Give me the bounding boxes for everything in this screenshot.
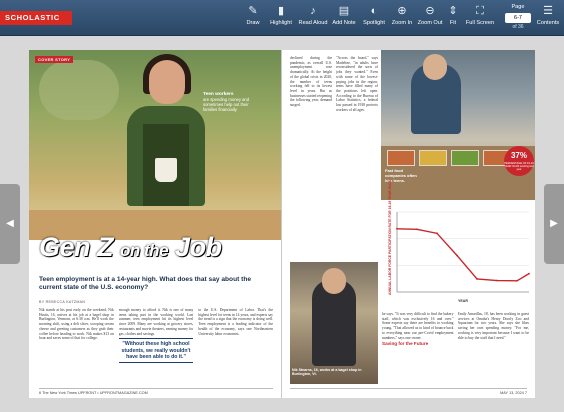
- highlight-button[interactable]: ▮ Highlight: [266, 3, 296, 33]
- stat-text: PERCENTAGE OF 16-19 YEAR OLDS working la…: [504, 162, 534, 172]
- right-bottom-columns: he says. "It was very difficult to find …: [382, 312, 529, 384]
- read-aloud-button[interactable]: ♪ Read Aloud: [297, 3, 329, 33]
- hero-caption-body: are spending money and sometimes help ou…: [203, 97, 250, 112]
- pull-quote: "Without these high school students, we …: [118, 338, 194, 364]
- chart-point: [416, 228, 418, 231]
- chart-point: [516, 279, 518, 282]
- stat-burst: 37% PERCENTAGE OF 16-19 YEAR OLDS workin…: [504, 146, 534, 176]
- page-input[interactable]: 6-7: [505, 13, 531, 23]
- right-column-1: declined during the pandemic, as overall…: [290, 56, 332, 108]
- right-top-columns: declined during the pandemic, as overall…: [290, 56, 378, 256]
- full-screen-button[interactable]: ⛶ Full Screen: [463, 3, 497, 33]
- chart-series-line: [396, 228, 530, 282]
- fit-label: Fit: [449, 20, 457, 26]
- highlight-icon: ▮: [277, 5, 285, 17]
- fit-button[interactable]: ⇕ Fit: [446, 3, 460, 33]
- chart-x-label: YEAR: [458, 299, 468, 303]
- page-selector: Page 6-7 of 36: [503, 3, 533, 33]
- article-column-3: to the U.S. Department of Labor. That's …: [198, 308, 274, 336]
- logo-text: SCHOLASTIC: [5, 13, 60, 22]
- right-column-3: he says. "It was very difficult to find …: [382, 312, 454, 384]
- draw-icon: ✎: [248, 5, 258, 17]
- zoom-in-label: Zoom In: [391, 20, 413, 26]
- scholastic-logo[interactable]: SCHOLASTIC: [0, 11, 72, 25]
- headline-part-a: Gen Z: [39, 232, 114, 262]
- headline-part-b: on the: [120, 241, 169, 260]
- headline-part-c: Job: [175, 232, 222, 262]
- hero-photo: COVER STORY Teen workers are spending mo…: [29, 50, 282, 240]
- read-aloud-icon: ♪: [310, 5, 316, 17]
- bagel-shop-photo: [290, 262, 378, 384]
- chart-point: [496, 279, 498, 282]
- toolbar: SCHOLASTIC ✎ Draw ▮ Highlight ♪ Read Alo…: [0, 0, 564, 36]
- fit-icon: ⇕: [448, 5, 458, 17]
- previous-page-button[interactable]: ◀: [0, 184, 20, 264]
- draw-button[interactable]: ✎ Draw: [240, 3, 266, 33]
- add-note-label: Add Note: [332, 20, 356, 26]
- chart-point: [396, 227, 398, 230]
- article-column-2: enough money to afford it. Nik is one of…: [118, 308, 194, 382]
- coffee-cup-image: [155, 158, 177, 182]
- hero-photo-caption: Teen workers are spending money and some…: [203, 92, 263, 112]
- arrow-left-icon: ◀: [6, 218, 14, 229]
- highlight-label: Highlight: [270, 20, 292, 26]
- labor-participation-chart: ANNUAL LABOR FORCE PARTICIPATION RATE FO…: [381, 180, 535, 308]
- spotlight-label: Spotlight: [363, 20, 385, 26]
- right-page: declined during the pandemic, as overall…: [282, 50, 535, 398]
- page-total: of 36: [512, 24, 524, 30]
- page-label: Page: [511, 4, 525, 10]
- article-columns: Nik stands at his post early on the week…: [39, 308, 273, 382]
- full-screen-label: Full Screen: [465, 20, 495, 26]
- arrow-right-icon: ▶: [550, 218, 558, 229]
- cover-story-tag: COVER STORY: [35, 56, 74, 63]
- chart-point: [528, 272, 530, 275]
- contents-icon: ☰: [543, 5, 553, 17]
- byline: BY REBECCA KATZMAN: [39, 300, 86, 304]
- spotlight-icon: ◐: [370, 5, 378, 17]
- chart-point: [476, 278, 478, 280]
- contents-button[interactable]: ☰ Contents: [534, 3, 562, 33]
- subhead-saving: Saving for the Future: [382, 341, 429, 347]
- read-aloud-label: Read Aloud: [298, 20, 328, 26]
- chart-point: [456, 254, 458, 257]
- article-column-2-text: enough money to afford it. Nik is one of…: [118, 308, 194, 336]
- chart-svg: YEAR: [396, 211, 530, 303]
- contents-label: Contents: [536, 20, 560, 26]
- stat-percent: 37%: [510, 151, 527, 160]
- zoom-out-label: Zoom Out: [417, 20, 443, 26]
- right-column-3-text: he says. "It was very difficult to find …: [382, 312, 454, 340]
- left-page: COVER STORY Teen workers are spending mo…: [29, 50, 282, 398]
- article-column-1: Nik stands at his post early on the week…: [39, 308, 114, 341]
- right-column-4: Emily Amarillas, 18, has been working in…: [457, 312, 530, 340]
- add-note-button[interactable]: ▤ Add Note: [329, 3, 359, 33]
- zoom-out-icon: ⊖: [425, 5, 435, 17]
- next-page-button[interactable]: ▶: [544, 184, 564, 264]
- article-deck: Teen employment is at a 14-year high. Wh…: [39, 276, 252, 291]
- chart-point: [436, 232, 438, 235]
- add-note-icon: ▤: [338, 5, 350, 17]
- zoom-in-button[interactable]: ⊕ Zoom In: [389, 3, 415, 33]
- zoom-in-icon: ⊕: [397, 5, 407, 17]
- spotlight-button[interactable]: ◐ Spotlight: [359, 3, 389, 33]
- article-headline: Gen Z on the Job: [39, 232, 222, 266]
- right-folio: MAY 13, 2024 7: [290, 388, 527, 395]
- bagel-photo-caption: Nik Stearns, 16, works at a bagel shop i…: [292, 368, 362, 376]
- zoom-out-button[interactable]: ⊖ Zoom Out: [416, 3, 444, 33]
- draw-label: Draw: [246, 20, 260, 26]
- left-folio: 6 The New York Times UPFRONT • UPFRONTMA…: [39, 388, 273, 395]
- right-column-2: "Across the board," says Madeline, "in a…: [336, 56, 378, 112]
- full-screen-icon: ⛶: [476, 5, 484, 17]
